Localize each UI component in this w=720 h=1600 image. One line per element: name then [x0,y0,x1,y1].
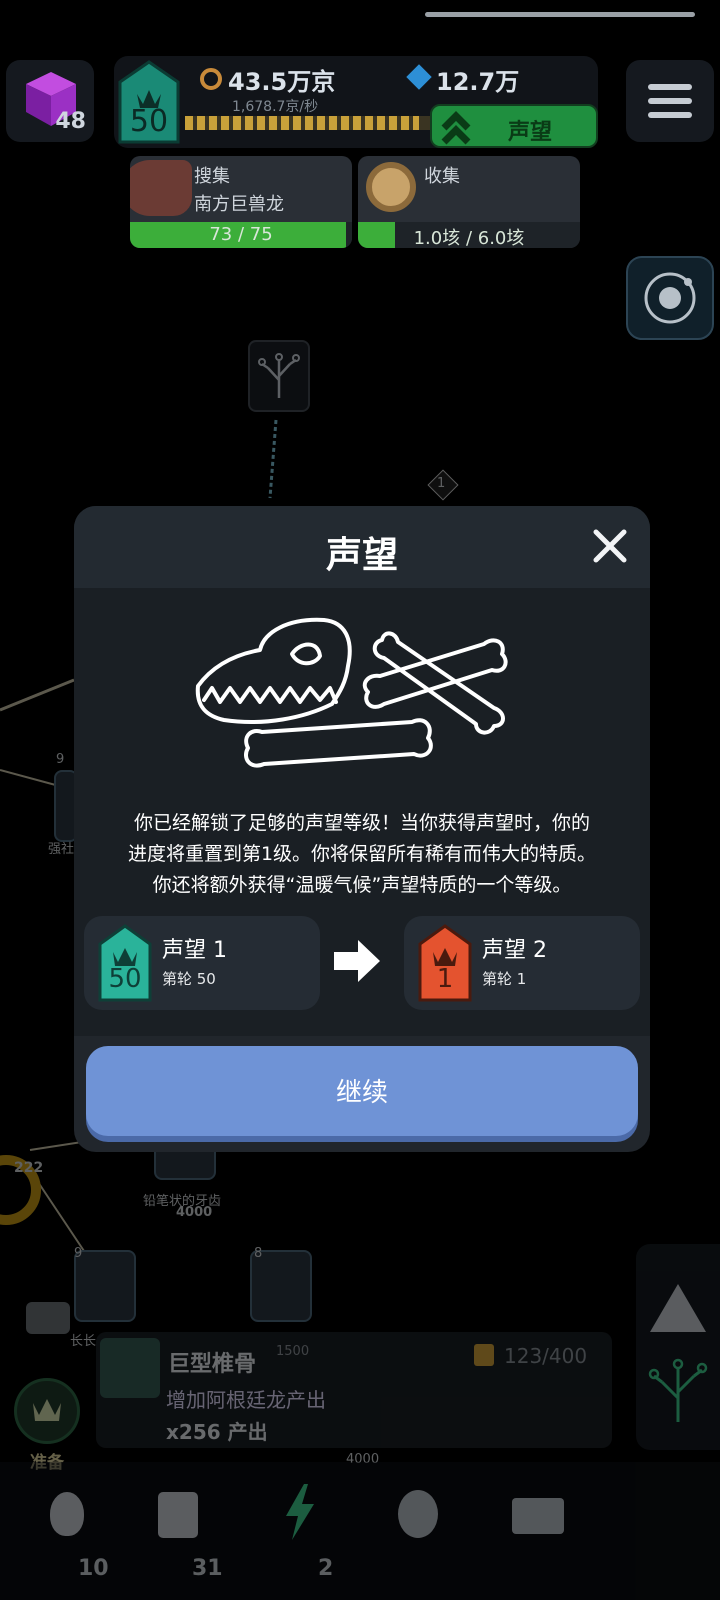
node-badge-number: 9 [74,1246,83,1261]
nav-eggs[interactable]: 10 [40,1482,130,1592]
vertebra-icon [100,1338,160,1398]
orbit-icon [644,272,696,324]
description-line: 你还将额外获得“温暖气候”声望特质的一个等级。 [152,874,572,896]
camera-icon[interactable] [26,1302,70,1334]
nav-cards[interactable]: 31 [150,1482,240,1592]
node-badge-number: 1 [437,476,446,491]
nav-power[interactable]: 2 [280,1482,360,1592]
continue-button[interactable]: 继续 [86,1046,638,1136]
level-progress-fill [185,116,419,130]
quest-count: 123/400 [504,1344,588,1368]
orbit-button[interactable] [626,256,714,340]
system-handle [425,12,695,17]
next-prestige-card: 1 声望 2 第轮 1 [404,916,640,1010]
task-progress-bar: 73 / 75 [130,222,352,248]
amber-icon [200,68,222,90]
cube-button[interactable]: 48 [6,60,94,142]
menu-icon [648,84,692,90]
dino-head-icon [130,160,192,216]
task-subtitle: 南方巨兽龙 [194,194,284,215]
next-prestige-title: 声望 2 [482,938,547,963]
cards-icon [474,1344,494,1366]
bottom-nav: 10 31 2 [0,1462,720,1600]
close-icon[interactable] [588,524,632,568]
menu-button[interactable] [626,60,714,142]
egg-icon [50,1492,84,1536]
next-level-number: 1 [436,964,454,994]
modal-title: 声望 [325,535,398,576]
nav-book[interactable] [512,1498,564,1534]
node-badge-number: 9 [56,752,65,767]
node-label-long: 长长 [70,1334,97,1349]
task-progress-bar: 1.0垓 / 6.0垓 [358,222,580,248]
amber-rate: 1,678.7京/秒 [232,99,319,115]
next-prestige-round: 第轮 1 [482,970,527,988]
node-cost: 4000 [176,1205,213,1220]
prestige-description: 你已经解锁了足够的声望等级！当你获得声望时，你的 进度将重置到第1级。你将保留所… [74,808,650,901]
node-badge-number: 8 [254,1246,263,1261]
tree-node-long[interactable] [74,1250,136,1322]
level-number: 50 [129,104,169,139]
current-prestige-title: 声望 1 [162,938,227,963]
nav-count: 31 [192,1556,223,1581]
task-card-collect-amber[interactable]: 收集 1.0垓 / 6.0垓 [358,156,580,248]
prestige-modal: 声望 你已经解锁了足够的声望等级！当你获得声望时，你的 进度将重置到第1级。你将… [74,506,650,1152]
node-label-strong: 强社 [48,842,75,857]
tree-icon[interactable] [646,1348,710,1428]
branch-icon [258,353,300,398]
prestige-arrows-icon [441,111,471,145]
description-line: 进度将重置到第1级。你将保留所有稀有而伟大的特质。 [127,843,597,865]
quest-description: 增加阿根廷龙产出 [166,1388,326,1412]
ready-button[interactable] [14,1378,80,1444]
continue-button-label: 继续 [335,1078,388,1108]
level-badge[interactable]: 50 [118,60,180,144]
tree-root-node[interactable] [248,340,310,412]
skull-and-bones-icon [195,617,508,768]
current-prestige-card: 50 声望 1 第轮 50 [84,916,320,1010]
gem-amount: 12.7万 [436,68,520,96]
nav-count: 2 [318,1556,334,1581]
current-level-number: 50 [108,964,142,994]
current-prestige-round: 第轮 50 [162,970,216,988]
nav-count: 10 [78,1556,109,1581]
prestige-button[interactable]: 声望 [430,104,598,148]
side-panel [636,1244,720,1450]
nav-badge[interactable] [398,1490,438,1538]
quest-title: 巨型椎骨 [168,1352,257,1377]
quest-panel[interactable]: 巨型椎骨 增加阿根廷龙产出 x256 产出 123/400 [96,1332,612,1448]
quest-multiplier: x256 产出 [166,1420,268,1444]
description-line: 你已经解锁了足够的声望等级！当你获得声望时，你的 [133,812,590,834]
task-title: 收集 [424,166,460,187]
arrow-right-icon [334,940,380,982]
amber-amount: 43.5万京 [228,68,336,96]
ammonite-icon [366,162,416,212]
task-card-collect-dino[interactable]: 搜集 南方巨兽龙 73 / 75 [130,156,352,248]
cards-icon [158,1492,198,1538]
volcano-icon[interactable] [650,1284,706,1332]
crown-icon [33,1399,61,1421]
task-progress-text: 73 / 75 [209,224,273,245]
level-progress-bar [185,116,445,130]
modal-header: 声望 [74,506,650,588]
cube-count: 48 [55,109,86,134]
prestige-button-label: 声望 [508,120,553,145]
lightning-icon [286,1484,314,1540]
task-title: 搜集 [194,166,230,187]
node-count: 222 [14,1160,44,1176]
task-progress-text: 1.0垓 / 6.0垓 [413,228,525,248]
